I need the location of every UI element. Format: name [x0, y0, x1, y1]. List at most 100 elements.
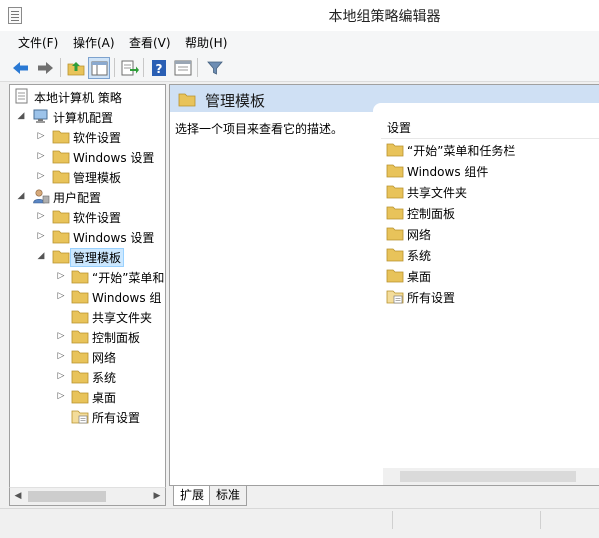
toolbar-separator [114, 58, 115, 77]
computer-icon [32, 108, 50, 124]
column-header-setting[interactable]: 设置 [387, 119, 411, 136]
tree-label: 系统 [92, 371, 117, 385]
folder-icon [386, 225, 404, 244]
back-arrow-icon[interactable] [10, 57, 32, 79]
toolbar-separator [143, 58, 144, 77]
expand-arrow-icon[interactable]: ▷ [55, 366, 67, 386]
toolbar: ? [0, 53, 599, 82]
folder-icon [386, 183, 404, 202]
expand-arrow-icon[interactable]: ▷ [55, 326, 67, 346]
tree-label: 管理模板 [69, 248, 125, 267]
status-bar [0, 508, 599, 530]
scrollbar-thumb[interactable] [28, 491, 106, 502]
menu-help[interactable]: 帮助(H) [185, 34, 227, 51]
list-item-label: 桌面 [407, 270, 432, 284]
tree-horizontal-scrollbar[interactable]: ◀ ▶ [9, 487, 166, 506]
expand-arrow-icon[interactable]: ▷ [55, 346, 67, 366]
forward-arrow-icon[interactable] [34, 57, 56, 79]
collapse-arrow-icon[interactable]: ◢ [15, 106, 27, 126]
tab-standard[interactable]: 标准 [209, 486, 248, 506]
title-bar[interactable]: 本地组策略编辑器 [0, 0, 599, 31]
folder-icon [71, 328, 89, 344]
expand-arrow-icon[interactable]: ▷ [35, 146, 47, 166]
folder-icon [71, 368, 89, 384]
list-item-label: 系统 [407, 249, 432, 263]
expand-arrow-icon[interactable]: ▷ [35, 166, 47, 186]
tree-label: 共享文件夹 [92, 311, 153, 325]
policy-document-icon [13, 88, 31, 104]
folder-icon [386, 162, 404, 181]
tree-label: Windows 设置 [73, 231, 155, 245]
tree-pane[interactable]: 本地计算机 策略 ◢ 计算机配置 ▷ 软件设置 ▷ Windows 设置 ▷ 管… [9, 84, 166, 506]
all-settings-icon [71, 408, 89, 424]
expand-arrow-icon[interactable]: ▷ [55, 286, 67, 306]
folder-icon [386, 141, 404, 160]
collapse-arrow-icon[interactable]: ◢ [35, 246, 47, 266]
expand-arrow-icon[interactable]: ▷ [55, 266, 67, 286]
expand-arrow-icon[interactable]: ▷ [35, 206, 47, 226]
tree-label: “开始”菜单和 [92, 271, 165, 285]
folder-icon [71, 348, 89, 364]
content-pane: 管理模板 选择一个项目来查看它的描述。 设置 “开始”菜单和任务栏 Window… [169, 84, 599, 486]
list-item-label: 共享文件夹 [407, 186, 468, 200]
list-item-label: Windows 组件 [407, 165, 489, 179]
tree-label: 桌面 [92, 391, 117, 405]
tree-label: Windows 设置 [73, 151, 155, 165]
folder-icon [52, 248, 70, 264]
tree-label: 软件设置 [73, 131, 122, 145]
toolbar-separator [60, 58, 61, 77]
folder-icon [71, 288, 89, 304]
scroll-left-icon[interactable]: ◀ [11, 489, 25, 504]
content-title: 管理模板 [205, 92, 266, 110]
list-item-label: “开始”菜单和任务栏 [407, 144, 516, 158]
expand-arrow-icon[interactable]: ▷ [55, 386, 67, 406]
tree-label: 本地计算机 策略 [34, 91, 122, 105]
up-folder-icon[interactable] [65, 57, 87, 79]
tree-label: 所有设置 [92, 411, 141, 425]
folder-icon [386, 246, 404, 265]
expand-arrow-icon[interactable]: ▷ [35, 226, 47, 246]
tree-label: 网络 [92, 351, 117, 365]
folder-icon [71, 388, 89, 404]
tab-extended[interactable]: 扩展 [173, 486, 212, 506]
tree-label: 计算机配置 [53, 111, 114, 125]
menu-action[interactable]: 操作(A) [73, 34, 115, 51]
menu-bar: 文件(F) 操作(A) 查看(V) 帮助(H) [0, 31, 599, 53]
list-item-label: 网络 [407, 228, 432, 242]
list-item-label: 控制面板 [407, 207, 456, 221]
tree-label: 软件设置 [73, 211, 122, 225]
scroll-right-icon[interactable]: ▶ [150, 489, 164, 504]
folder-icon [52, 228, 70, 244]
folder-icon [386, 267, 404, 286]
window: 本地组策略编辑器 文件(F) 操作(A) 查看(V) 帮助(H) ? 本地计算机… [0, 0, 599, 538]
folder-icon [386, 204, 404, 223]
svg-text:?: ? [156, 62, 163, 76]
scrollbar-thumb[interactable] [400, 471, 576, 482]
tree-label: Windows 组 [92, 291, 162, 305]
export-list-icon[interactable] [118, 57, 140, 79]
status-segment [392, 511, 393, 529]
folder-icon [52, 208, 70, 224]
folder-icon [52, 168, 70, 184]
folder-icon [178, 91, 196, 110]
expand-arrow-icon[interactable]: ▷ [35, 126, 47, 146]
window-bottom-edge [0, 530, 599, 538]
settings-list[interactable]: 设置 “开始”菜单和任务栏 Windows 组件 共享文件夹 控制面板 网络 系… [373, 103, 599, 486]
filter-icon[interactable] [204, 57, 226, 79]
properties-icon[interactable] [172, 57, 194, 79]
collapse-arrow-icon[interactable]: ◢ [15, 186, 27, 206]
view-tabs: 扩展 标准 [169, 485, 599, 506]
tree-label: 控制面板 [92, 331, 141, 345]
window-title: 本地组策略编辑器 [328, 9, 441, 25]
menu-view[interactable]: 查看(V) [129, 34, 171, 51]
tree-label: 用户配置 [53, 191, 102, 205]
header-divider [381, 138, 599, 139]
all-settings-icon [386, 288, 404, 307]
user-icon [32, 188, 50, 204]
content-horizontal-scrollbar[interactable] [383, 468, 599, 485]
folder-icon [71, 268, 89, 284]
help-icon[interactable]: ? [148, 57, 170, 79]
tree-label: 管理模板 [73, 171, 122, 185]
menu-file[interactable]: 文件(F) [18, 34, 58, 51]
show-hide-tree-icon[interactable] [88, 57, 110, 79]
